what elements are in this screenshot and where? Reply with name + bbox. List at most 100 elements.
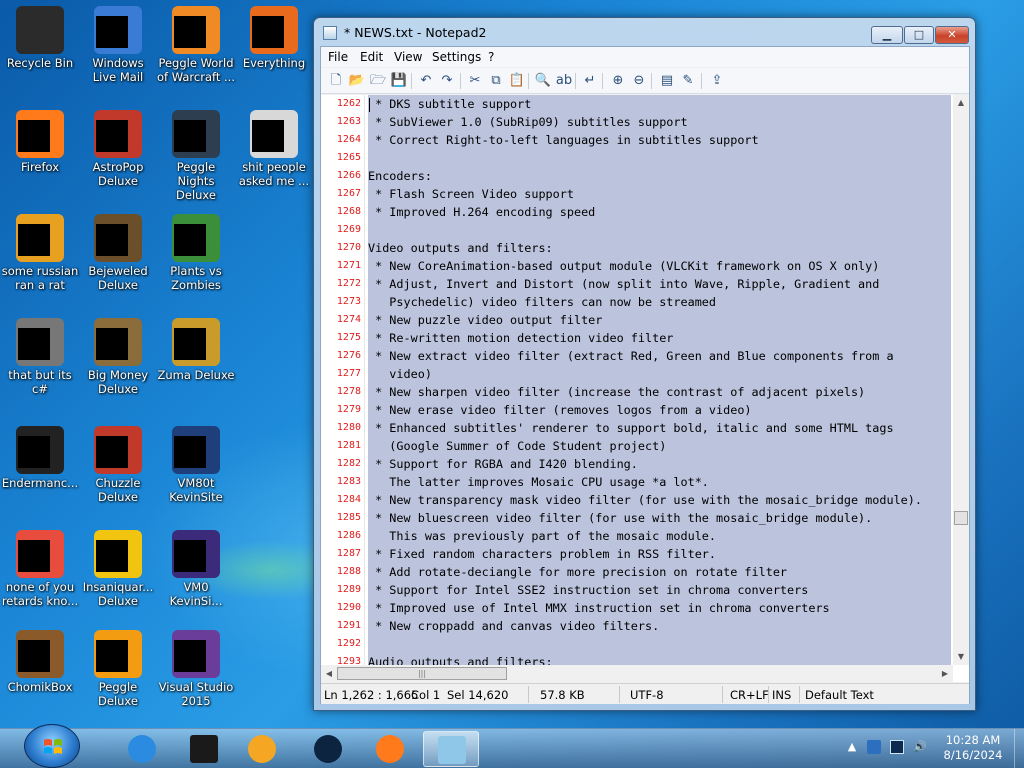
app-window-icon (16, 426, 64, 474)
redaction-box (96, 328, 128, 360)
tray-expand-icon[interactable]: ▲ (845, 740, 859, 754)
desktop-icon[interactable]: Peggle Deluxe (79, 630, 157, 708)
cut-icon[interactable]: ✂ (466, 72, 484, 90)
desktop-icon-label: Zuma Deluxe (157, 368, 235, 382)
open-folder-icon[interactable]: 📂 (348, 72, 366, 90)
desktop-icon[interactable]: Peggle Nights Deluxe (157, 110, 235, 202)
status-mode[interactable]: INS (772, 688, 791, 702)
status-separator (768, 686, 769, 703)
taskbar-button[interactable] (114, 731, 170, 767)
desktop-icon[interactable]: Everything (235, 6, 313, 70)
menu-view[interactable]: View (394, 50, 422, 64)
paste-icon[interactable]: 📋 (508, 72, 526, 90)
desktop-icon[interactable]: VM0 KevinSi... (157, 530, 235, 608)
desktop-icon[interactable]: Bejeweled Deluxe (79, 214, 157, 292)
status-line-endings[interactable]: CR+LF (730, 688, 769, 702)
taskbar-button[interactable] (176, 731, 232, 767)
menu-settings[interactable]: Settings (432, 50, 481, 64)
desktop-icon[interactable]: Peggle World of Warcraft ... (157, 6, 235, 84)
bejeweled-icon (94, 214, 142, 262)
maximize-button[interactable]: □ (904, 26, 934, 44)
save-icon[interactable]: 💾 (390, 72, 408, 90)
scroll-down-icon[interactable]: ▼ (953, 649, 969, 665)
browse-icon[interactable]: 🗁 (369, 72, 387, 90)
redaction-box (18, 436, 50, 468)
word-wrap-icon[interactable]: ↵ (581, 72, 599, 90)
desktop-icon[interactable]: Visual Studio 2015 (157, 630, 235, 708)
taskbar-button[interactable] (362, 731, 418, 767)
editor[interactable]: 1262 1263 1264 1265 1266 1267 1268 1269 1270 1271… (321, 95, 969, 682)
horizontal-scrollbar[interactable]: ◀ ||| ▶ (321, 665, 953, 682)
desktop-icon[interactable]: Chuzzle Deluxe (79, 426, 157, 504)
find-icon[interactable]: 🔍 (534, 72, 552, 90)
desktop-icon[interactable]: shit people asked me ... (235, 110, 313, 188)
text-line: * Support for Intel SSE2 instruction set… (368, 583, 809, 597)
redaction-box (174, 436, 206, 468)
volume-icon[interactable]: 🔊 (913, 740, 927, 754)
line-number: 1267 (336, 188, 361, 199)
media-player-icon (248, 735, 276, 763)
show-desktop-button[interactable] (1014, 729, 1024, 768)
vertical-scrollbar[interactable]: ▲ ▼ (953, 95, 969, 665)
taskbar-button[interactable] (423, 731, 479, 767)
start-button[interactable] (24, 724, 80, 768)
desktop-icon[interactable]: Firefox (1, 110, 79, 174)
line-number: 1262 (336, 98, 361, 109)
zoom-in-icon[interactable]: ⊕ (609, 72, 627, 90)
replace-icon[interactable]: ab (555, 72, 573, 90)
menu-edit[interactable]: Edit (360, 50, 383, 64)
close-button[interactable]: ✕ (935, 26, 969, 44)
status-scheme[interactable]: Default Text (805, 688, 874, 702)
scroll-left-icon[interactable]: ◀ (321, 665, 337, 682)
dark-orb-icon (314, 735, 342, 763)
desktop-icon-label: shit people asked me ... (238, 160, 310, 188)
text-line: video) (368, 367, 432, 381)
copy-icon[interactable]: ⧉ (487, 72, 505, 90)
status-encoding[interactable]: UTF-8 (630, 688, 664, 702)
text-line: Video outputs and filters: (368, 241, 553, 255)
notepad2-window[interactable]: * NEWS.txt - Notepad2 ▁ □ ✕ File Edit Vi… (313, 17, 976, 711)
line-number: 1266 (336, 170, 361, 181)
desktop-icon[interactable]: that but its c# (1, 318, 79, 396)
launch-icon[interactable]: ⇪ (708, 72, 726, 90)
desktop-icon[interactable]: Windows Live Mail (79, 6, 157, 84)
line-number: 1265 (336, 152, 361, 163)
desktop-icon[interactable]: Insaniquar... Deluxe (79, 530, 157, 608)
text-line: * New transparency mask video filter (fo… (368, 493, 922, 507)
desktop-icon[interactable]: AstroPop Deluxe (79, 110, 157, 188)
undo-icon[interactable]: ↶ (417, 72, 435, 90)
desktop-icon[interactable]: ChomikBox (1, 630, 79, 694)
menu-help[interactable]: ? (488, 50, 494, 64)
desktop-icon[interactable]: VM80t KevinSite (157, 426, 235, 504)
toolbar-separator (575, 73, 576, 89)
desktop-icon[interactable]: Plants vs Zombies (157, 214, 235, 292)
status-position: Ln 1,262 : 1,665 (324, 688, 419, 702)
desktop-icon[interactable]: some russian ran a rat (1, 214, 79, 292)
desktop-icon[interactable]: Big Money Deluxe (79, 318, 157, 396)
taskbar-button[interactable] (300, 731, 356, 767)
scheme-icon[interactable]: ▤ (658, 72, 676, 90)
scroll-right-icon[interactable]: ▶ (937, 665, 953, 682)
scroll-up-icon[interactable]: ▲ (953, 95, 969, 111)
desktop-icon[interactable]: Endermanc... (1, 426, 79, 490)
clock-date: 8/16/2024 (943, 748, 1003, 762)
minimize-button[interactable]: ▁ (871, 26, 903, 44)
horizontal-scroll-thumb[interactable]: ||| (337, 667, 507, 680)
tray-app-icon[interactable] (867, 740, 881, 754)
desktop-icon[interactable]: Recycle Bin (1, 6, 79, 70)
taskbar-button[interactable] (234, 731, 290, 767)
redo-icon[interactable]: ↷ (438, 72, 456, 90)
new-file-icon[interactable]: 🗋 (327, 72, 345, 90)
network-icon[interactable] (890, 740, 904, 754)
settings-icon[interactable]: ✎ (679, 72, 697, 90)
menu-file[interactable]: File (328, 50, 348, 64)
zoom-out-icon[interactable]: ⊖ (630, 72, 648, 90)
desktop-icon[interactable]: none of you retards kno... (1, 530, 79, 608)
vertical-scroll-thumb[interactable] (954, 511, 968, 525)
line-number: 1287 (336, 548, 361, 559)
desktop-icon[interactable]: Zuma Deluxe (157, 318, 235, 382)
text-area[interactable]: * DKS subtitle support * SubViewer 1.0 (… (368, 95, 951, 665)
title-bar[interactable]: * NEWS.txt - Notepad2 ▁ □ ✕ (314, 18, 975, 48)
system-clock[interactable]: 10:28 AM 8/16/2024 (930, 733, 1016, 763)
redaction-box (174, 224, 206, 256)
